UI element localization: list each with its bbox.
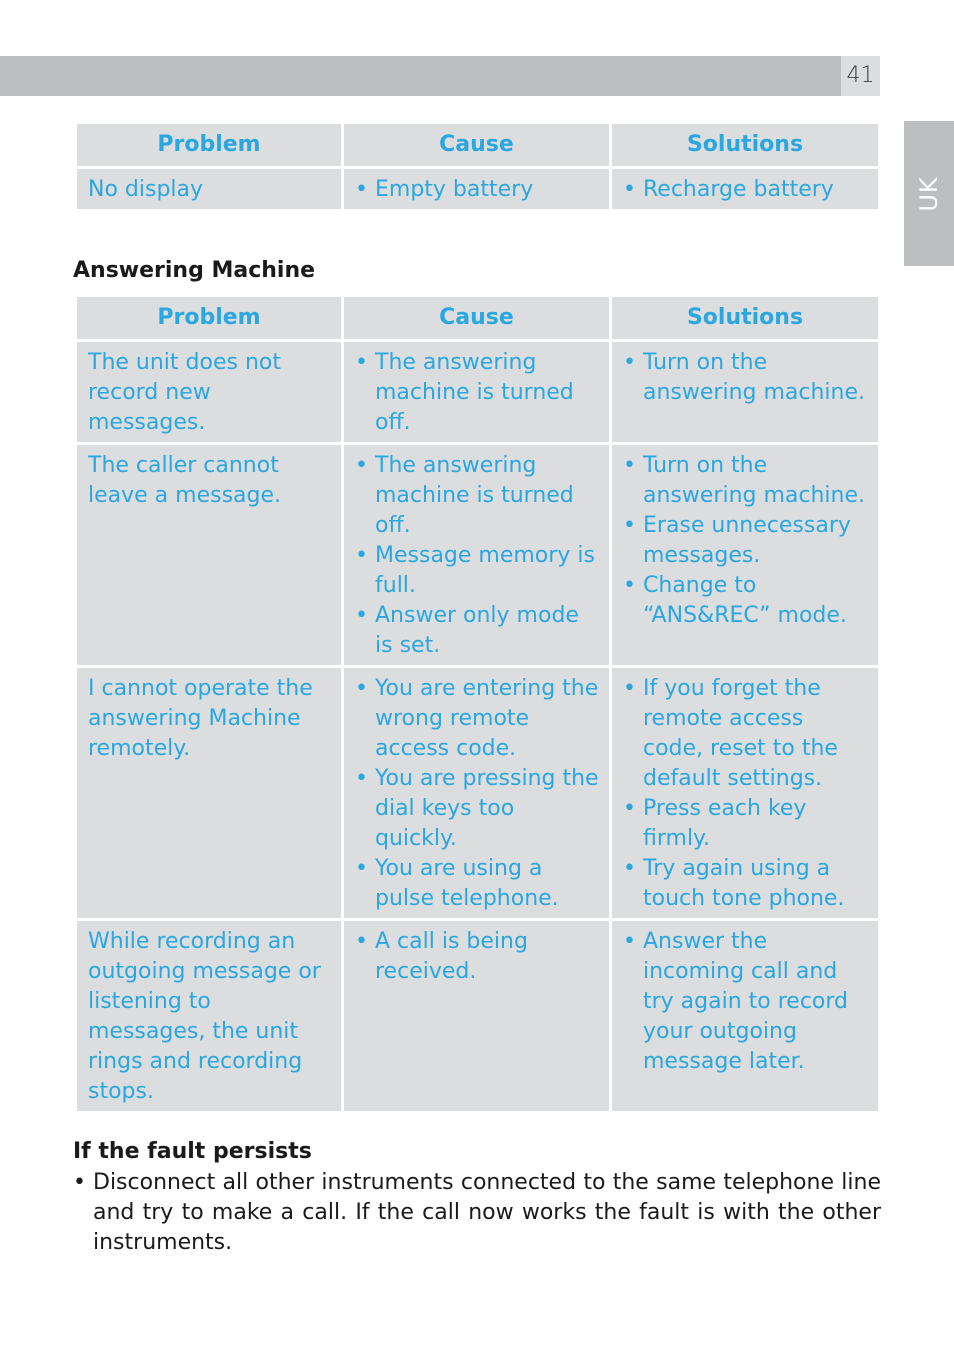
section-title-fault-persists: If the fault persists xyxy=(73,1139,312,1164)
solution-cell: If you forget the remote access code, re… xyxy=(612,668,878,918)
column-header-cause: Cause xyxy=(344,297,609,339)
fault-persists-list: Disconnect all other instruments connect… xyxy=(73,1168,881,1258)
cause-cell: A call is being received. xyxy=(344,921,609,1111)
display-troubleshooting-table: Problem Cause Solutions No display Empty … xyxy=(74,121,881,212)
solution-item: Turn on the answering machine. xyxy=(623,348,868,408)
column-header-problem: Problem xyxy=(77,124,341,166)
solution-list: Turn on the answering machine.Erase unne… xyxy=(623,451,868,631)
solution-item: Change to “ANS&REC” mode. xyxy=(623,571,868,631)
solution-cell: Turn on the answering machine. xyxy=(612,342,878,442)
solution-item: Press each key firmly. xyxy=(623,794,868,854)
problem-cell: While recording an outgoing message or l… xyxy=(77,921,341,1111)
language-tab: UK xyxy=(904,121,954,266)
problem-cell: The unit does not record new messages. xyxy=(77,342,341,442)
problem-cell: No display xyxy=(77,169,341,209)
column-header-cause: Cause xyxy=(344,124,609,166)
table-row: While recording an outgoing message or l… xyxy=(77,921,878,1111)
solution-list: Turn on the answering machine. xyxy=(623,348,868,408)
solution-item: Try again using a touch tone phone. xyxy=(623,854,868,914)
solution-cell: Recharge battery xyxy=(612,169,878,209)
cause-list: Empty battery xyxy=(355,175,599,205)
fault-persists-item: Disconnect all other instruments connect… xyxy=(73,1168,881,1258)
cause-item: Empty battery xyxy=(355,175,599,205)
answering-machine-table: Problem Cause Solutions The unit does no… xyxy=(74,294,881,1114)
cause-item: The answering machine is turned off. xyxy=(355,348,599,438)
language-tab-label: UK xyxy=(915,175,943,212)
header-bar xyxy=(0,56,841,96)
column-header-problem: Problem xyxy=(77,297,341,339)
solution-cell: Turn on the answering machine.Erase unne… xyxy=(612,445,878,665)
solution-item: If you forget the remote access code, re… xyxy=(623,674,868,794)
cause-item: You are pressing the dial keys too quick… xyxy=(355,764,599,854)
solution-list: Recharge battery xyxy=(623,175,868,205)
solution-item: Turn on the answering machine. xyxy=(623,451,868,511)
cause-item: You are using a pulse telephone. xyxy=(355,854,599,914)
table-row: The unit does not record new messages.Th… xyxy=(77,342,878,442)
cause-cell: You are entering the wrong remote access… xyxy=(344,668,609,918)
table-row: I cannot operate the answering Machine r… xyxy=(77,668,878,918)
solution-list: Answer the incoming call and try again t… xyxy=(623,927,868,1077)
cause-item: The answering machine is turned off. xyxy=(355,451,599,541)
table-header-row: Problem Cause Solutions xyxy=(77,124,878,166)
solution-item: Answer the incoming call and try again t… xyxy=(623,927,868,1077)
table-row: The caller cannot leave a message.The an… xyxy=(77,445,878,665)
cause-item: You are entering the wrong remote access… xyxy=(355,674,599,764)
solution-cell: Answer the incoming call and try again t… xyxy=(612,921,878,1111)
cause-cell: The answering machine is turned off.Mess… xyxy=(344,445,609,665)
cause-list: A call is being received. xyxy=(355,927,599,987)
cause-list: The answering machine is turned off.Mess… xyxy=(355,451,599,661)
section-title-answering-machine: Answering Machine xyxy=(73,258,316,283)
problem-cell: I cannot operate the answering Machine r… xyxy=(77,668,341,918)
cause-item: A call is being received. xyxy=(355,927,599,987)
cause-cell: The answering machine is turned off. xyxy=(344,342,609,442)
solution-list: If you forget the remote access code, re… xyxy=(623,674,868,914)
solution-item: Erase unnecessary messages. xyxy=(623,511,868,571)
cause-item: Message memory is full. xyxy=(355,541,599,601)
cause-list: The answering machine is turned off. xyxy=(355,348,599,438)
page-number: 41 xyxy=(841,56,880,96)
column-header-solutions: Solutions xyxy=(612,124,878,166)
problem-cell: The caller cannot leave a message. xyxy=(77,445,341,665)
fault-persists-text: Disconnect all other instruments connect… xyxy=(73,1168,881,1258)
solution-item: Recharge battery xyxy=(623,175,868,205)
cause-list: You are entering the wrong remote access… xyxy=(355,674,599,914)
table-row: No display Empty battery Recharge battery xyxy=(77,169,878,209)
table-header-row: Problem Cause Solutions xyxy=(77,297,878,339)
column-header-solutions: Solutions xyxy=(612,297,878,339)
cause-cell: Empty battery xyxy=(344,169,609,209)
cause-item: Answer only mode is set. xyxy=(355,601,599,661)
